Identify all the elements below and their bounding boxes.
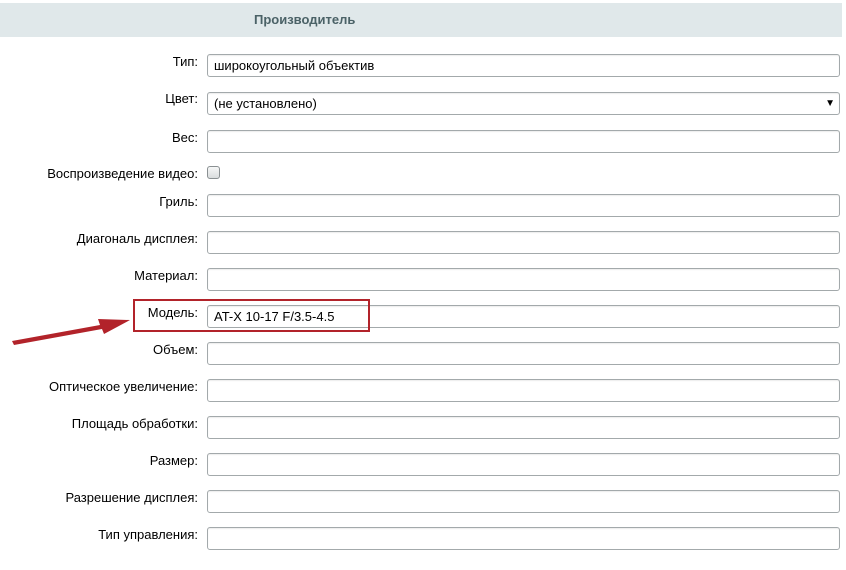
annotation-arrow-icon [12,319,130,345]
